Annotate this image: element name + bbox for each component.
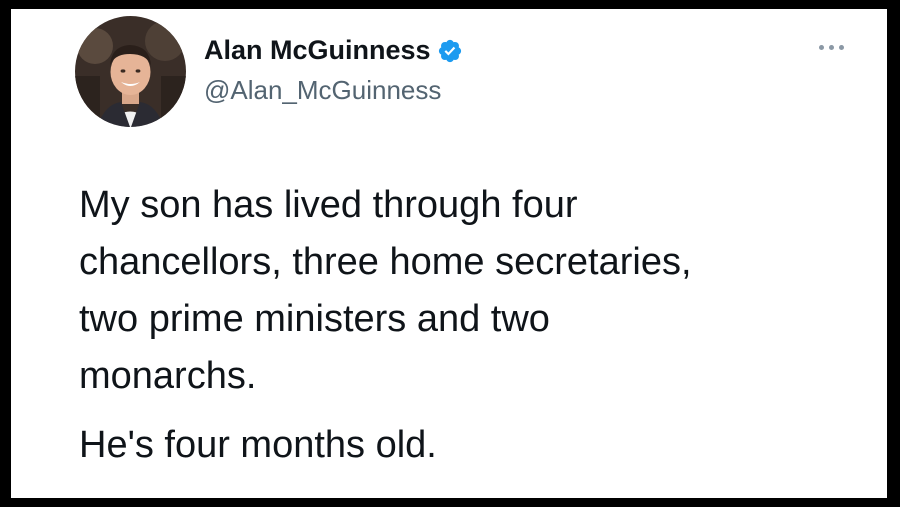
tweet-paragraph: My son has lived through four chancellor… [79,184,692,397]
more-options-button[interactable] [815,39,849,55]
author-handle[interactable]: @Alan_McGuinness [204,75,441,106]
verified-badge-icon [437,38,463,64]
tweet-text: My son has lived through four chancellor… [79,177,859,474]
tweet-card: Alan McGuinness @Alan_McGuinness My son … [11,9,887,498]
more-dot [819,45,824,50]
tweet-paragraph: He's four months old. [79,424,437,466]
more-dot [829,45,834,50]
avatar[interactable] [75,16,186,127]
author-display-name[interactable]: Alan McGuinness [204,35,463,66]
author-name-text: Alan McGuinness [204,35,431,65]
profile-photo-icon [75,16,186,127]
more-dot [839,45,844,50]
